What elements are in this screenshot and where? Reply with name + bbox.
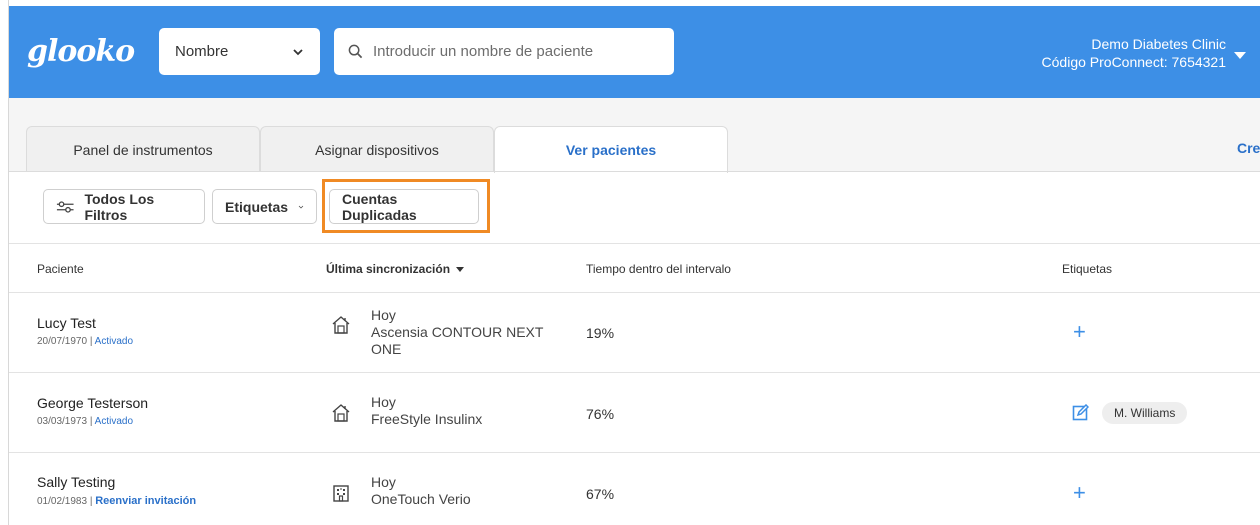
device-name-line1: FreeStyle Insulinx [371, 411, 483, 427]
col-header-last-sync[interactable]: Última sincronización [326, 262, 465, 276]
tabs-bar: Panel de instrumentos Asignar dispositiv… [9, 98, 1260, 173]
tabs-divider [9, 171, 1260, 172]
top-header: glooko Nombre Introducir un nombre de pa… [9, 6, 1260, 98]
search-placeholder: Introducir un nombre de paciente [373, 43, 594, 60]
tab-dashboard-label: Panel de instrumentos [73, 141, 213, 158]
highlight-box [322, 179, 490, 233]
sync-day: Hoy [371, 307, 396, 323]
col-header-tags: Etiquetas [1062, 262, 1113, 276]
patient-dob: 20/07/1970 [37, 336, 88, 347]
patient-search-input[interactable]: Introducir un nombre de paciente [334, 28, 674, 75]
patient-name[interactable]: Sally Testing [37, 474, 115, 490]
patient-name[interactable]: George Testerson [37, 395, 148, 411]
time-in-range-value: 67% [586, 486, 615, 502]
sync-day: Hoy [371, 474, 396, 490]
patient-status-link[interactable]: Activado [95, 336, 133, 347]
all-filters-button[interactable]: Todos Los Filtros [43, 189, 205, 224]
tags-filter-label: Etiquetas [225, 198, 289, 215]
tab-dashboard[interactable]: Panel de instrumentos [26, 126, 260, 172]
table-row[interactable]: George Testerson 03/03/1973 | Activado H… [9, 373, 1260, 453]
last-sync-info: Hoy FreeStyle Insulinx [371, 394, 482, 428]
device-name-line1: Ascensia CONTOUR NEXT [371, 324, 544, 340]
col-header-time-in-range[interactable]: Tiempo dentro del intervalo [586, 262, 731, 276]
patient-dob: 03/03/1973 [37, 416, 88, 427]
table-header: Paciente Última sincronización Tiempo de… [9, 243, 1260, 293]
time-in-range-value: 76% [586, 406, 615, 422]
device-name-line2: ONE [371, 341, 402, 357]
time-in-range-value: 19% [586, 325, 615, 341]
tag-pill[interactable]: M. Williams [1102, 402, 1188, 424]
table-row[interactable]: Sally Testing 01/02/1983 | Reenviar invi… [9, 453, 1260, 525]
clinic-menu-caret-icon[interactable] [1234, 52, 1246, 59]
home-icon [332, 404, 350, 422]
clinic-code: Código ProConnect: 7654321 [1041, 54, 1226, 70]
glooko-logo[interactable]: glooko [27, 34, 135, 69]
tab-view-patients-label: Ver pacientes [565, 142, 657, 158]
clinic-info[interactable]: Demo Diabetes Clinic Código ProConnect: … [1042, 35, 1226, 71]
add-tag-plus-icon[interactable]: + [1073, 482, 1086, 504]
tab-view-patients[interactable]: Ver pacientes [494, 126, 728, 173]
tab-assign-devices[interactable]: Asignar dispositivos [260, 126, 494, 172]
search-type-value: Nombre [175, 43, 229, 60]
sort-desc-icon [456, 267, 465, 273]
sync-day: Hoy [371, 394, 396, 410]
resend-invite-link[interactable]: Reenviar invitación [95, 495, 196, 507]
search-type-select[interactable]: Nombre [159, 28, 320, 75]
chevron-down-icon [293, 48, 303, 55]
clinic-name: Demo Diabetes Clinic [1091, 36, 1226, 52]
patient-status-link[interactable]: Activado [95, 416, 133, 427]
col-header-last-sync-label: Última sincronización [326, 262, 451, 276]
search-icon [348, 44, 363, 59]
patient-meta: 03/03/1973 | Activado [37, 416, 134, 427]
device-name-line1: OneTouch Verio [371, 491, 471, 507]
col-header-patient[interactable]: Paciente [37, 262, 84, 276]
all-filters-label: Todos Los Filtros [84, 190, 155, 223]
frame-left [0, 0, 9, 525]
table-row[interactable]: Lucy Test 20/07/1970 | Activado Hoy Asce… [9, 293, 1260, 373]
sliders-icon [56, 200, 74, 213]
tags-filter-button[interactable]: Etiquetas [212, 189, 317, 224]
patient-dob: 01/02/1983 [37, 496, 88, 507]
patient-meta: 20/07/1970 | Activado [37, 336, 134, 347]
chevron-down-icon [298, 205, 304, 208]
patient-name[interactable]: Lucy Test [37, 315, 96, 331]
patient-meta: 01/02/1983 | Reenviar invitación [37, 495, 197, 507]
last-sync-info: Hoy Ascensia CONTOUR NEXT ONE [371, 307, 543, 358]
tab-assign-devices-label: Asignar dispositivos [315, 141, 439, 158]
home-icon [332, 316, 350, 334]
edit-icon[interactable] [1072, 404, 1089, 421]
app-window: glooko Nombre Introducir un nombre de pa… [0, 0, 1260, 525]
add-tag-plus-icon[interactable]: + [1073, 321, 1086, 343]
building-icon [333, 485, 349, 502]
tab-create-truncated[interactable]: Cre [1237, 140, 1260, 156]
last-sync-info: Hoy OneTouch Verio [371, 474, 471, 508]
